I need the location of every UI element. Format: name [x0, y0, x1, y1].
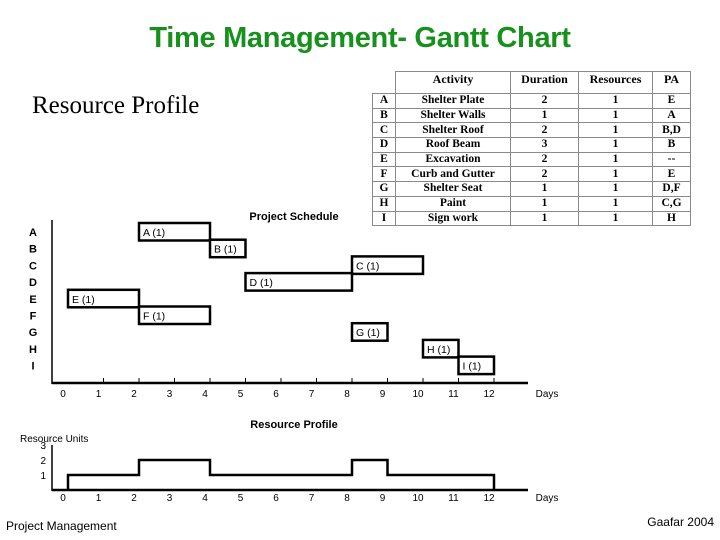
footer-right: Gaafar 2004 [647, 515, 714, 529]
profile-x-label: Days [536, 493, 559, 504]
profile-x-tick-label: 4 [202, 493, 208, 504]
gantt-x-tick-label: 6 [273, 389, 279, 400]
profile-x-tick-label: 3 [167, 493, 173, 504]
profile-x-tick-label: 6 [273, 493, 279, 504]
gantt-x-tick-label: 11 [448, 389, 459, 400]
gantt-bar-label: F (1) [143, 311, 165, 323]
profile-x-tick-label: 1 [96, 493, 102, 504]
profile-x-tick-label: 8 [344, 493, 350, 504]
gantt-x-tick-label: 2 [131, 389, 137, 400]
profile-x-tick-label: 5 [238, 493, 244, 504]
gantt-x-tick-label: 0 [60, 389, 66, 400]
gantt-bar-label: G (1) [356, 327, 380, 339]
gantt-x-tick-label: 10 [412, 389, 424, 400]
gantt-bar-label: I (1) [463, 361, 482, 373]
profile-x-tick-label: 9 [380, 493, 386, 504]
profile-y-tick-label: 3 [40, 441, 46, 452]
gantt-x-tick-label: 3 [167, 389, 173, 400]
profile-y-tick-label: 2 [40, 456, 46, 467]
profile-x-tick-label: 2 [131, 493, 137, 504]
gantt-x-tick-label: 12 [483, 389, 495, 400]
profile-x-tick-label: 11 [448, 493, 459, 504]
gantt-x-tick-label: 1 [96, 389, 102, 400]
gantt-bar-label: D (1) [250, 277, 273, 289]
gantt-bar-label: H (1) [427, 344, 450, 356]
gantt-row-label: A [29, 227, 37, 239]
gantt-bar-label: E (1) [72, 294, 95, 306]
footer-left: Project Management [6, 519, 117, 533]
gantt-row-label: C [29, 260, 37, 272]
gantt-bar-label: A (1) [143, 227, 165, 239]
profile-y-tick-label: 1 [40, 471, 46, 482]
gantt-bar-label: B (1) [214, 244, 237, 256]
gantt-row-label: F [30, 311, 37, 323]
profile-x-tick-label: 10 [412, 493, 424, 504]
profile-title: Resource Profile [250, 419, 337, 431]
gantt-row-label: E [29, 294, 36, 306]
profile-x-tick-label: 7 [309, 493, 315, 504]
gantt-x-tick-label: 8 [344, 389, 350, 400]
profile-x-tick-label: 12 [483, 493, 495, 504]
gantt-row-label: H [29, 344, 37, 356]
gantt-title: Project Schedule [249, 211, 338, 223]
gantt-row-label: B [29, 244, 37, 256]
gantt-x-tick-label: 5 [238, 389, 244, 400]
gantt-x-label: Days [536, 389, 559, 400]
gantt-row-label: D [29, 277, 37, 289]
gantt-x-tick-label: 9 [380, 389, 386, 400]
gantt-bar-label: C (1) [356, 260, 379, 272]
profile-y-label: Resource Units [20, 434, 88, 445]
gantt-row-label: I [31, 361, 34, 373]
charts-canvas: Project ScheduleABCDEFGHI0 1 2 3 4 5 6 7 8 9 10 11 1… [20, 211, 559, 504]
gantt-x-tick-label: 7 [309, 389, 315, 400]
gantt-x-tick-label: 4 [202, 389, 208, 400]
gantt-row-label: G [29, 327, 38, 339]
profile-x-tick-label: 0 [60, 493, 66, 504]
